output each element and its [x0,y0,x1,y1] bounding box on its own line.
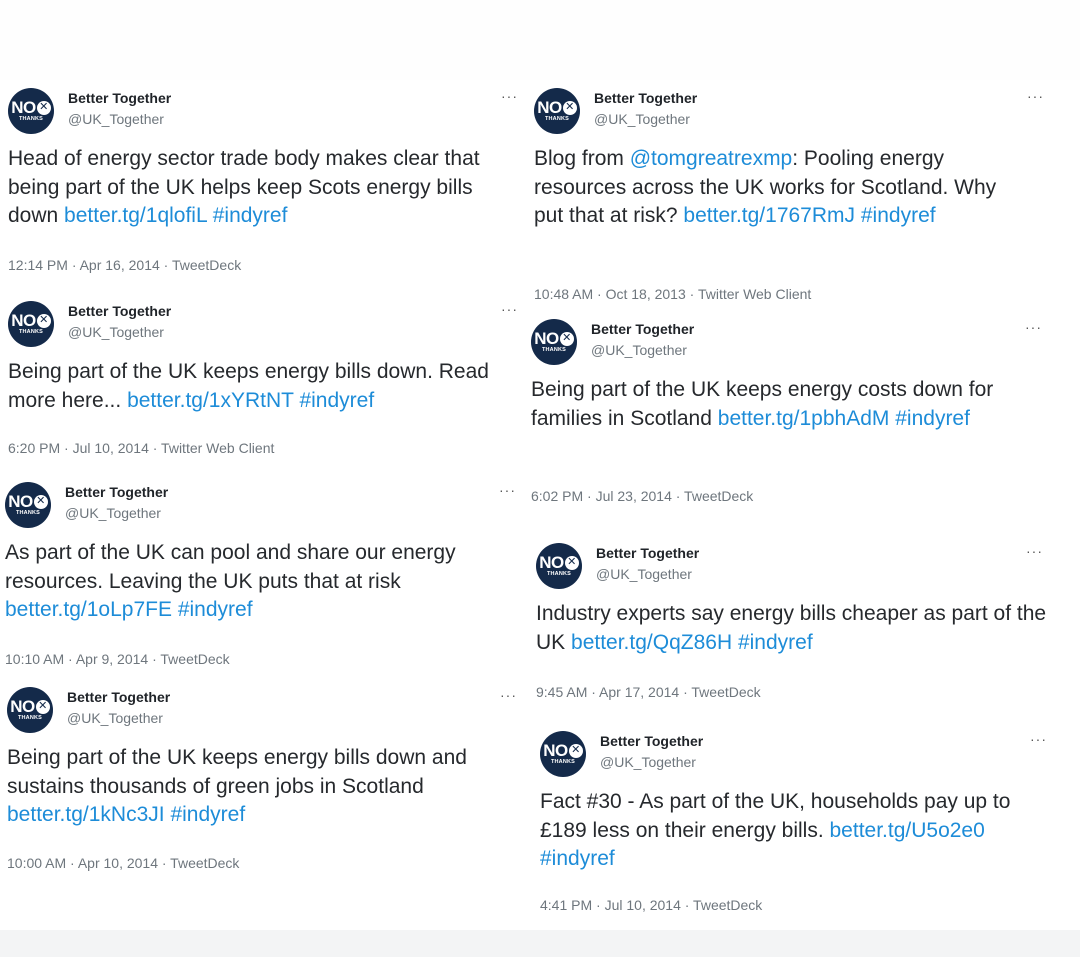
author-name[interactable]: Better Together [600,733,703,749]
tweet-text: As part of the UK can pool and share our… [5,539,523,625]
close-mark-icon: ✕ [568,743,583,758]
tweet-timestamp[interactable]: 6:20 PM · Jul 10, 2014 · Twitter Web Cli… [8,440,274,456]
close-mark-icon: ✕ [562,100,577,115]
avatar-logo-sub: THANKS [18,116,44,123]
tweet-text: Being part of the UK keeps energy bills … [8,358,523,415]
more-options-icon[interactable]: ··· [500,687,517,703]
tweet-link[interactable]: better.tg/U5o2e0 [830,819,985,842]
tweet-text: Being part of the UK keeps energy bills … [7,744,487,830]
tweet-text-plain: As part of the UK can pool and share our… [5,541,456,593]
author-handle[interactable]: @UK_Together [67,710,163,726]
author-handle[interactable]: @UK_Together [591,342,687,358]
avatar-logo-sub: THANKS [546,571,572,578]
tweet-text: Blog from @tomgreatrexmp: Pooling energy… [534,145,1014,231]
bottom-margin [0,930,1080,957]
tweet-text-plain: Blog from [534,147,630,170]
more-options-icon[interactable]: ··· [1030,731,1047,747]
tweet-timestamp[interactable]: 12:14 PM · Apr 16, 2014 · TweetDeck [8,257,241,273]
tweet-link[interactable]: better.tg/1qlofiL [64,204,207,227]
tweet-timestamp[interactable]: 9:45 AM · Apr 17, 2014 · TweetDeck [536,684,761,700]
author-name[interactable]: Better Together [594,90,697,106]
author-name[interactable]: Better Together [68,90,171,106]
hashtag-link[interactable]: #indyref [738,631,813,654]
tweet-text: Head of energy sector trade body makes c… [8,145,523,231]
more-options-icon[interactable]: ··· [501,88,518,104]
hashtag-link[interactable]: #indyref [299,389,374,412]
avatar-logo-sub: THANKS [541,347,567,354]
avatar[interactable]: NO ✕ THANKS [531,319,577,365]
author-handle[interactable]: @UK_Together [65,505,161,521]
tweet-text: Industry experts say energy bills cheape… [536,600,1048,657]
more-options-icon[interactable]: ··· [501,301,518,317]
avatar-logo-text: NO [539,553,564,573]
avatar[interactable]: NO ✕ THANKS [540,731,586,777]
avatar-logo-text: NO [543,741,568,761]
author-handle[interactable]: @UK_Together [68,324,164,340]
tweet-link[interactable]: better.tg/1xYRtNT [127,389,294,412]
mention-link[interactable]: @tomgreatrexmp [630,147,793,170]
author-name[interactable]: Better Together [68,303,171,319]
author-handle[interactable]: @UK_Together [600,754,696,770]
tweet-link[interactable]: better.tg/1kNc3JI [7,803,165,826]
avatar[interactable]: NO ✕ THANKS [536,543,582,589]
tweet-link[interactable]: better.tg/1oLp7FE [5,598,172,621]
avatar-logo-text: NO [537,98,562,118]
avatar-logo-sub: THANKS [544,116,570,123]
more-options-icon[interactable]: ··· [1025,319,1042,335]
author-name[interactable]: Better Together [67,689,170,705]
author-name[interactable]: Better Together [591,321,694,337]
avatar-logo-text: NO [11,311,36,331]
hashtag-link[interactable]: #indyref [861,204,936,227]
avatar-logo-text: NO [11,98,36,118]
author-name[interactable]: Better Together [596,545,699,561]
avatar[interactable]: NO ✕ THANKS [7,687,53,733]
avatar-logo-sub: THANKS [18,329,44,336]
tweet-timestamp[interactable]: 10:48 AM · Oct 18, 2013 · Twitter Web Cl… [534,286,811,302]
avatar-logo-sub: THANKS [15,510,41,517]
tweet-text-plain: Being part of the UK keeps energy bills … [7,746,467,798]
avatar-logo-text: NO [8,492,33,512]
avatar-logo-text: NO [534,329,559,349]
avatar[interactable]: NO ✕ THANKS [8,88,54,134]
more-options-icon[interactable]: ··· [1027,88,1044,104]
close-mark-icon: ✕ [33,494,48,509]
hashtag-link[interactable]: #indyref [895,407,970,430]
tweet-text: Fact #30 - As part of the UK, households… [540,788,1060,874]
author-handle[interactable]: @UK_Together [68,111,164,127]
hashtag-link[interactable]: #indyref [213,204,288,227]
avatar[interactable]: NO ✕ THANKS [534,88,580,134]
tweet-timestamp[interactable]: 4:41 PM · Jul 10, 2014 · TweetDeck [540,897,762,913]
close-mark-icon: ✕ [35,699,50,714]
more-options-icon[interactable]: ··· [499,482,516,498]
avatar-logo-sub: THANKS [550,759,576,766]
close-mark-icon: ✕ [36,313,51,328]
avatar-logo-sub: THANKS [17,715,43,722]
hashtag-link[interactable]: #indyref [178,598,253,621]
tweet-text: Being part of the UK keeps energy costs … [531,376,1031,433]
author-name[interactable]: Better Together [65,484,168,500]
avatar-logo-text: NO [10,697,35,717]
top-margin [0,0,1080,80]
more-options-icon[interactable]: ··· [1026,543,1043,559]
tweet-timestamp[interactable]: 10:00 AM · Apr 10, 2014 · TweetDeck [7,855,239,871]
tweet-timestamp[interactable]: 10:10 AM · Apr 9, 2014 · TweetDeck [5,651,230,667]
tweet-timestamp[interactable]: 6:02 PM · Jul 23, 2014 · TweetDeck [531,488,753,504]
author-handle[interactable]: @UK_Together [596,566,692,582]
avatar[interactable]: NO ✕ THANKS [5,482,51,528]
tweet-link[interactable]: better.tg/1767RmJ [683,204,855,227]
hashtag-link[interactable]: #indyref [540,847,615,870]
close-mark-icon: ✕ [564,555,579,570]
tweet-link[interactable]: better.tg/QqZ86H [571,631,732,654]
hashtag-link[interactable]: #indyref [170,803,245,826]
author-handle[interactable]: @UK_Together [594,111,690,127]
close-mark-icon: ✕ [36,100,51,115]
avatar[interactable]: NO ✕ THANKS [8,301,54,347]
tweet-link[interactable]: better.tg/1pbhAdM [718,407,890,430]
close-mark-icon: ✕ [559,331,574,346]
